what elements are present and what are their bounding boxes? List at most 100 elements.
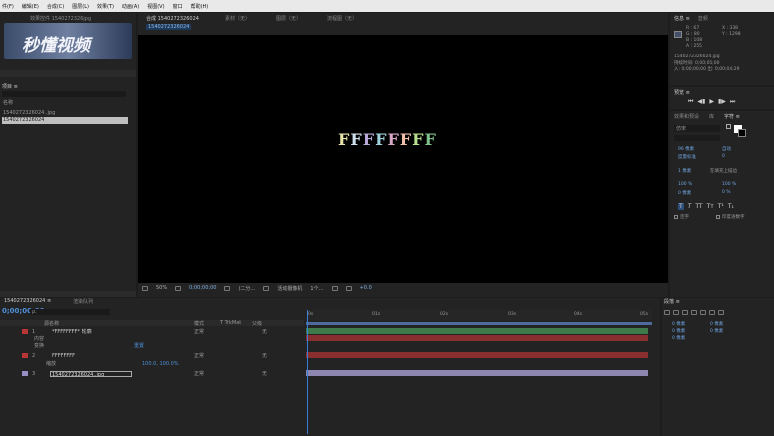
- property-row[interactable]: 内容: [0, 335, 304, 342]
- roi-icon[interactable]: [263, 285, 270, 291]
- layer-name[interactable]: 1540272326024..jpg: [50, 370, 132, 377]
- eyedropper-icon[interactable]: [726, 124, 731, 129]
- timecode[interactable]: 0;00;00;00: [189, 285, 216, 291]
- all-caps-button[interactable]: TT: [695, 203, 702, 210]
- layer-mode[interactable]: 正常: [194, 370, 204, 377]
- justify-left-icon[interactable]: [691, 310, 697, 315]
- menu-item[interactable]: 合成(C): [47, 3, 64, 10]
- comp-viewer[interactable]: FFFFFFFF: [138, 35, 668, 283]
- project-item[interactable]: 1540272326024..jpg: [3, 110, 123, 116]
- layer-search-input[interactable]: ρ.: [30, 309, 110, 315]
- reset-link[interactable]: 重置: [134, 342, 144, 349]
- tracking-value[interactable]: 0: [722, 154, 725, 159]
- justify-right-icon[interactable]: [709, 310, 715, 315]
- project-tab[interactable]: 项目 ≡: [2, 83, 18, 90]
- menu-item[interactable]: 效果(T): [97, 3, 114, 10]
- align-right-icon[interactable]: [682, 310, 688, 315]
- layer-label-color[interactable]: [22, 353, 28, 358]
- faux-bold-button[interactable]: T: [678, 203, 684, 210]
- kerning-value[interactable]: 度量标准: [678, 154, 696, 160]
- tab-audio[interactable]: 音频: [698, 15, 708, 22]
- menu-item[interactable]: 视图(V): [147, 3, 164, 10]
- tab-character[interactable]: 字符 ≡: [724, 113, 740, 120]
- menu-item[interactable]: 帮助(H): [191, 3, 209, 10]
- effect-controls-tab[interactable]: 效果控件 1540272326jpg: [30, 15, 130, 22]
- exposure-value[interactable]: +0.0: [360, 285, 372, 291]
- layer-parent[interactable]: 无: [262, 328, 267, 335]
- layer-track-bar[interactable]: [306, 335, 648, 341]
- justify-center-icon[interactable]: [700, 310, 706, 315]
- zoom-select[interactable]: 50%: [156, 285, 167, 291]
- layer-track-bar[interactable]: [306, 328, 648, 334]
- indent-right-value[interactable]: 0 像素: [710, 321, 723, 327]
- next-frame-icon[interactable]: ▮▶: [718, 98, 726, 106]
- search-field[interactable]: [2, 91, 126, 97]
- scale-value[interactable]: 100.0, 100.0%: [142, 361, 179, 367]
- tab-comp-timeline[interactable]: 1540272326024 ≡: [4, 298, 51, 305]
- justify-all-icon[interactable]: [718, 310, 724, 315]
- font-select[interactable]: 仿宋: [674, 125, 720, 132]
- tab-info[interactable]: 信息 ≡: [674, 15, 690, 22]
- leading-value[interactable]: 自动: [722, 146, 731, 152]
- layer-name[interactable]: FFFFFFFF: [52, 353, 75, 359]
- layer-parent[interactable]: 无: [262, 352, 267, 359]
- first-frame-icon[interactable]: ⏮: [688, 98, 693, 106]
- font-size-value[interactable]: 96 像素: [678, 146, 694, 152]
- hindi-digits-checkbox[interactable]: [716, 215, 720, 219]
- tab-footage[interactable]: 素材（无）: [225, 15, 250, 22]
- property-name[interactable]: 变换: [34, 342, 44, 349]
- tab-effects-presets[interactable]: 效果和预设: [674, 113, 699, 120]
- tab-render-queue[interactable]: 渲染队列: [73, 298, 93, 305]
- layer-label-color[interactable]: [22, 371, 28, 376]
- tab-layer[interactable]: 图层（无）: [276, 15, 301, 22]
- camera-select[interactable]: 活动摄像机: [277, 285, 302, 292]
- menu-item[interactable]: 窗口: [173, 3, 183, 10]
- layer-name[interactable]: *FFFFFFFF* 轮廓: [52, 328, 92, 335]
- ligature-checkbox[interactable]: [674, 215, 678, 219]
- menu-item[interactable]: 动画(A): [122, 3, 139, 10]
- layer-row[interactable]: 1 *FFFFFFFF* 轮廓 正常 无: [0, 328, 304, 335]
- playhead[interactable]: [307, 310, 308, 434]
- tab-composition[interactable]: 合成 1540272326024: [146, 15, 199, 22]
- space-after-value[interactable]: 0 像素: [672, 335, 685, 341]
- time-ruler[interactable]: 0s 01s 02s 03s 04s 05s: [306, 310, 652, 320]
- project-item-selected[interactable]: 1540272326024: [2, 117, 128, 124]
- align-center-icon[interactable]: [673, 310, 679, 315]
- property-name[interactable]: 缩放: [46, 360, 56, 367]
- indent-left-value[interactable]: 0 像素: [672, 321, 685, 327]
- layer-track-bar[interactable]: [306, 370, 648, 376]
- grid-icon[interactable]: [175, 285, 182, 291]
- layer-row-selected[interactable]: 3 1540272326024..jpg 正常 无: [0, 370, 304, 377]
- horizontal-scale-value[interactable]: 100 %: [722, 182, 736, 187]
- align-left-icon[interactable]: [664, 310, 670, 315]
- vertical-scale-value[interactable]: 100 %: [678, 182, 692, 187]
- magnifier-icon[interactable]: [142, 285, 148, 291]
- comp-subtab[interactable]: 1540272326024: [146, 24, 192, 30]
- views-select[interactable]: 1个…: [310, 285, 323, 292]
- ligature-option[interactable]: 连字: [674, 214, 689, 220]
- layer-mode[interactable]: 正常: [194, 352, 204, 359]
- hindi-digits-option[interactable]: 印度语数字: [716, 214, 745, 220]
- stroke-type-select[interactable]: 在填充上描边: [710, 168, 770, 174]
- layer-parent[interactable]: 无: [262, 370, 267, 377]
- resolution-select[interactable]: (二分…: [238, 285, 255, 292]
- faux-italic-button[interactable]: T: [688, 203, 692, 210]
- layer-mode[interactable]: 正常: [194, 328, 204, 335]
- tab-library[interactable]: 库: [709, 113, 714, 120]
- indent-first-value[interactable]: 0 像素: [672, 328, 685, 334]
- layer-row[interactable]: 2 FFFFFFFF 正常 无: [0, 352, 304, 359]
- layer-label-color[interactable]: [22, 329, 28, 334]
- layer-track-bar[interactable]: [306, 352, 648, 358]
- menu-item[interactable]: 件(F): [2, 3, 14, 10]
- work-area-bar[interactable]: [306, 322, 652, 325]
- space-before-value[interactable]: 0 像素: [710, 328, 723, 334]
- stroke-width-value[interactable]: 1 像素: [678, 168, 691, 174]
- subscript-button[interactable]: T₁: [728, 203, 734, 210]
- prev-frame-icon[interactable]: ◀▮: [697, 98, 705, 106]
- style-select[interactable]: [674, 135, 720, 141]
- menu-item[interactable]: 编辑(E): [22, 3, 39, 10]
- property-row[interactable]: 缩放 100.0, 100.0%: [0, 360, 304, 368]
- baseline-value[interactable]: 0 像素: [678, 190, 691, 196]
- comp-text-layer[interactable]: FFFFFFFF: [338, 130, 437, 149]
- small-caps-button[interactable]: Tт: [707, 203, 714, 210]
